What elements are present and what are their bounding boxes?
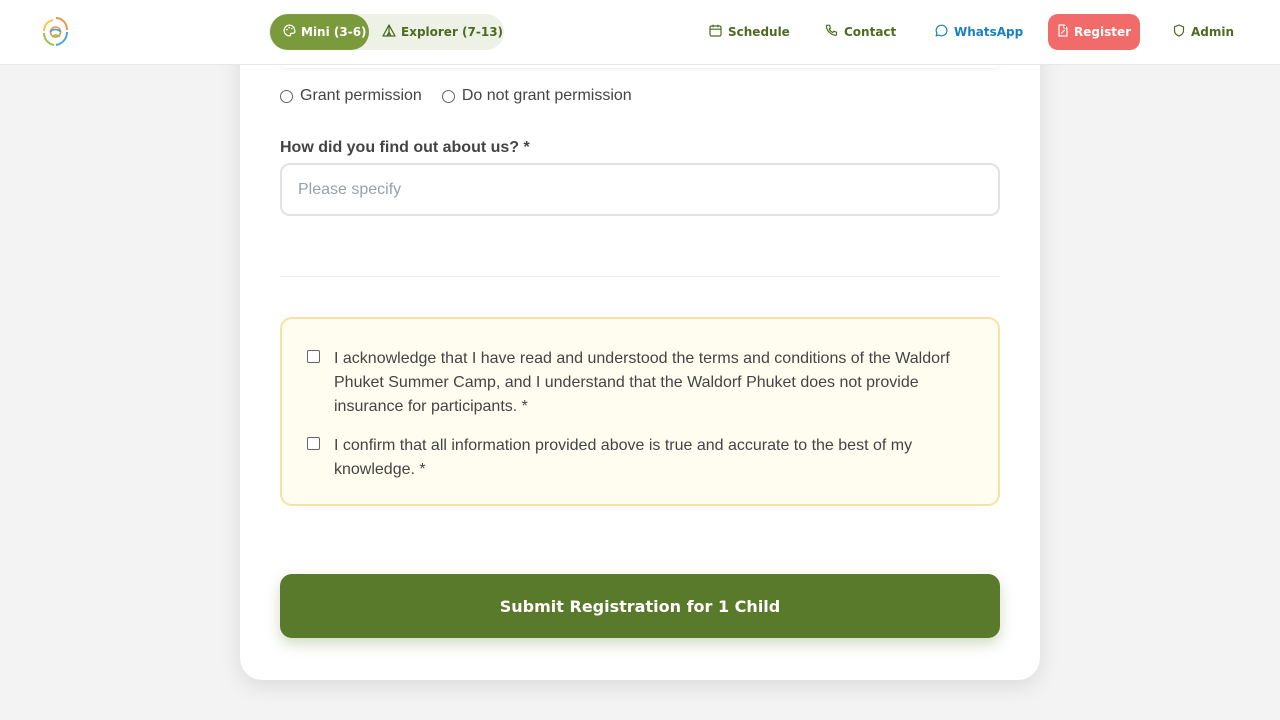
explorer-mode-label: Explorer (7-13) — [401, 25, 504, 39]
age-group-toggle: Mini (3-6) Explorer (7-13) — [269, 14, 504, 50]
deny-permission-radio[interactable]: Do not grant permission — [441, 87, 632, 105]
phone-icon — [825, 24, 838, 40]
deny-permission-label: Do not grant permission — [461, 87, 632, 104]
mini-mode-button[interactable]: Mini (3-6) — [270, 14, 369, 50]
radio-button[interactable] — [280, 89, 293, 103]
tent-icon — [382, 24, 396, 40]
grant-permission-radio[interactable]: Grant permission — [280, 87, 422, 105]
whatsapp-label: WhatsApp — [954, 25, 1024, 39]
whatsapp-link[interactable]: WhatsApp — [935, 14, 1023, 50]
schedule-label: Schedule — [728, 25, 790, 39]
document-icon — [1057, 24, 1069, 40]
logo-icon[interactable] — [40, 15, 72, 49]
register-label: Register — [1073, 25, 1132, 39]
calendar-icon — [709, 24, 722, 40]
consent-section: I acknowledge that I have read and under… — [280, 317, 1000, 506]
shield-icon — [1173, 24, 1185, 40]
chat-bubble-icon — [935, 24, 948, 40]
submit-registration-button[interactable]: Submit Registration for 1 Child — [280, 574, 1000, 638]
photo-permission-options: Grant permission Do not grant permission — [280, 84, 652, 108]
top-navigation-bar: Mini (3-6) Explorer (7-13) Schedule Cont… — [0, 0, 1280, 65]
admin-link[interactable]: Admin — [1173, 14, 1234, 50]
terms-checkbox[interactable] — [307, 350, 320, 363]
referral-field-label: How did you find out about us? * — [280, 139, 530, 156]
accuracy-checkbox[interactable] — [307, 437, 320, 450]
schedule-link[interactable]: Schedule — [709, 14, 790, 50]
palette-icon — [283, 24, 296, 40]
grant-permission-label: Grant permission — [300, 87, 422, 104]
accuracy-consent-text: I confirm that all information provided … — [334, 437, 913, 478]
radio-button[interactable] — [441, 89, 455, 103]
explorer-mode-button[interactable]: Explorer (7-13) — [382, 14, 504, 50]
mini-mode-label: Mini (3-6) — [301, 25, 367, 39]
section-divider — [280, 276, 1000, 277]
accuracy-consent-item[interactable]: I confirm that all information provided … — [307, 434, 974, 482]
terms-consent-text: I acknowledge that I have read and under… — [334, 350, 950, 415]
referral-input[interactable] — [280, 163, 1000, 216]
contact-label: Contact — [844, 25, 897, 39]
contact-link[interactable]: Contact — [825, 14, 896, 50]
admin-label: Admin — [1191, 25, 1235, 39]
register-button[interactable]: Register — [1048, 14, 1140, 50]
terms-consent-item[interactable]: I acknowledge that I have read and under… — [307, 347, 974, 419]
